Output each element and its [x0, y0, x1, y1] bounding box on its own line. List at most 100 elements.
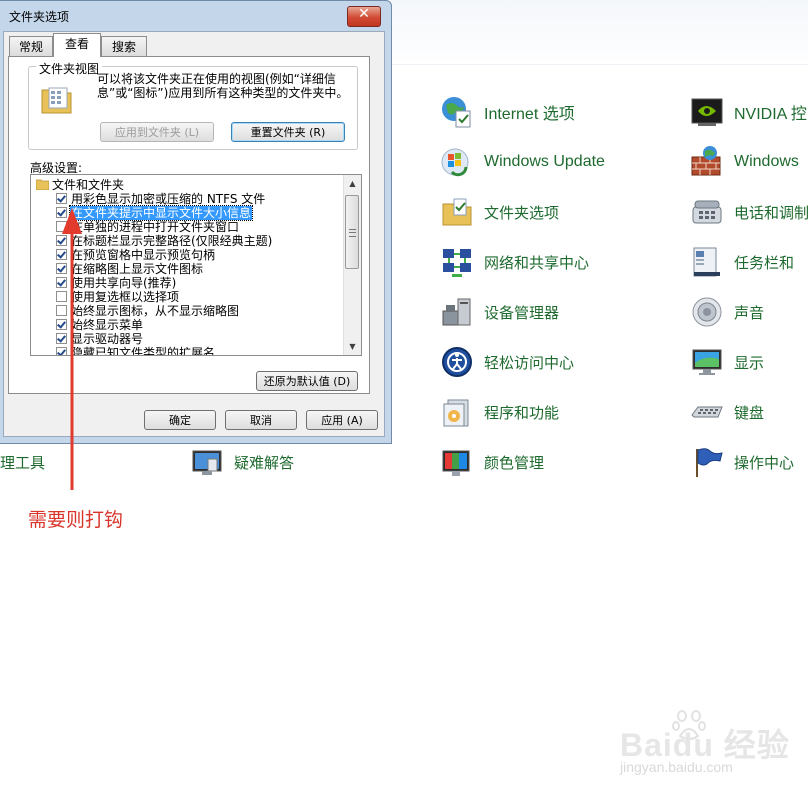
cp-item-folder-options[interactable]: 文件夹选项 — [440, 195, 559, 229]
list-item-label: 在预览窗格中显示预览句柄 — [71, 248, 216, 262]
tab-search[interactable]: 搜索 — [101, 36, 147, 56]
list-item-label: 用彩色显示加密或压缩的 NTFS 文件 — [71, 192, 266, 206]
scroll-up-icon[interactable]: ▲ — [344, 175, 361, 192]
tab-view[interactable]: 查看 — [53, 33, 101, 57]
checkbox[interactable] — [56, 291, 67, 302]
cp-item-label: 设备管理器 — [484, 303, 560, 322]
annotation-text: 需要则打钩 — [28, 509, 124, 531]
list-item-label: 在文件夹提示中显示文件大小信息 — [68, 205, 254, 221]
cp-item-phone-modem[interactable]: 电话和调制 — [690, 195, 808, 229]
list-item-label: 隐藏已知文件类型的扩展名 — [71, 346, 216, 356]
cp-item-label: 轻松访问中心 — [484, 353, 575, 372]
cp-item-taskbar[interactable]: 任务栏和 — [690, 245, 794, 279]
dialog-titlebar[interactable]: 文件夹选项 ✕ — [0, 1, 391, 31]
action-center-icon — [690, 445, 724, 479]
nvidia-icon — [690, 95, 724, 129]
list-item-label: 在标题栏显示完整路径(仅限经典主题) — [71, 234, 273, 248]
advanced-settings-list[interactable]: 文件和文件夹 用彩色显示加密或压缩的 NTFS 文件 在文件夹提示中显示文件大小… — [30, 174, 362, 356]
cp-item-color-management[interactable]: 颜色管理 — [440, 445, 544, 479]
checkbox[interactable] — [56, 263, 67, 274]
cp-item-windows-firewall[interactable]: Windows — [690, 145, 799, 179]
windows-update-icon — [440, 145, 474, 179]
cp-item-internet-options[interactable]: Internet 选项 — [440, 95, 575, 129]
restore-defaults-button[interactable]: 还原为默认值 (D) — [256, 371, 358, 391]
cp-item-troubleshooting[interactable]: 疑难解答 — [190, 445, 294, 479]
control-panel-header-band — [390, 0, 808, 65]
folder-view-icon — [40, 84, 74, 114]
list-item-label: 在缩略图上显示文件图标 — [71, 262, 204, 276]
cp-item-label: 显示 — [734, 353, 765, 372]
checkbox[interactable] — [56, 305, 67, 316]
list-item-label: 在单独的进程中打开文件夹窗口 — [71, 220, 240, 234]
cp-item-label: 理工具 — [0, 453, 46, 472]
windows-firewall-icon — [690, 145, 724, 179]
scroll-thumb[interactable] — [345, 195, 359, 269]
folder-options-icon — [440, 195, 474, 229]
scroll-down-icon[interactable]: ▼ — [344, 338, 361, 355]
list-item-label: 使用共享向导(推荐) — [71, 276, 177, 290]
cp-item-network-center[interactable]: 网络和共享中心 — [440, 245, 589, 279]
taskbar-icon — [690, 245, 724, 279]
list-item-label: 显示驱动器号 — [71, 332, 144, 346]
cp-item-admin-tools[interactable]: 理工具 — [0, 445, 45, 479]
watermark-sub: jingyan.baidu.com — [620, 759, 733, 775]
cp-item-action-center[interactable]: 操作中心 — [690, 445, 794, 479]
cp-item-label: Internet 选项 — [484, 106, 575, 123]
network-center-icon — [440, 245, 474, 279]
checkbox[interactable] — [56, 319, 67, 330]
cp-item-label: NVIDIA 控 — [734, 106, 807, 123]
checkbox[interactable] — [56, 249, 67, 260]
checkbox[interactable] — [56, 347, 67, 355]
checkbox[interactable] — [56, 333, 67, 344]
grip-icon — [349, 229, 356, 237]
checkbox[interactable] — [56, 235, 67, 246]
ease-of-access-icon — [440, 345, 474, 379]
internet-options-icon — [440, 95, 474, 129]
ok-button[interactable]: 确定 — [144, 410, 216, 430]
cp-item-keyboard[interactable]: 键盘 — [690, 395, 764, 429]
folder-views-title: 文件夹视图 — [36, 60, 103, 77]
apply-to-folders-button[interactable]: 应用到文件夹 (L) — [100, 122, 214, 142]
cancel-button[interactable]: 取消 — [225, 410, 297, 430]
dialog-title: 文件夹选项 — [9, 10, 70, 24]
close-button[interactable]: ✕ — [347, 6, 381, 27]
cp-item-label: 声音 — [734, 303, 765, 322]
cp-item-windows-update[interactable]: Windows Update — [440, 145, 605, 179]
list-scrollbar[interactable]: ▲ ▼ — [343, 175, 361, 355]
cp-item-label: 程序和功能 — [484, 403, 560, 422]
folder-views-description: 可以将该文件夹正在使用的视图(例如“详细信息”或“图标”)应用到所有这种类型的文… — [97, 72, 349, 100]
close-icon: ✕ — [358, 6, 370, 22]
cp-item-label: Windows — [734, 153, 799, 170]
keyboard-icon — [690, 395, 724, 429]
reset-folders-button[interactable]: 重置文件夹 (R) — [231, 122, 345, 142]
cp-item-label: 任务栏和 — [734, 253, 795, 272]
checkbox[interactable] — [56, 277, 67, 288]
apply-button[interactable]: 应用 (A) — [306, 410, 378, 430]
cp-item-ease-of-access[interactable]: 轻松访问中心 — [440, 345, 574, 379]
sound-icon — [690, 295, 724, 329]
cp-item-label: 颜色管理 — [484, 453, 545, 472]
device-manager-icon — [440, 295, 474, 329]
cp-item-label: 疑难解答 — [234, 453, 295, 472]
display-icon — [690, 345, 724, 379]
cp-item-label: Windows Update — [484, 153, 605, 170]
checkbox[interactable] — [56, 221, 67, 232]
programs-features-icon — [440, 395, 474, 429]
cp-item-label: 文件夹选项 — [484, 203, 560, 222]
cp-item-programs-features[interactable]: 程序和功能 — [440, 395, 559, 429]
cp-item-label: 网络和共享中心 — [484, 253, 590, 272]
color-management-icon — [440, 445, 474, 479]
cp-item-label: 键盘 — [734, 403, 765, 422]
cp-item-label: 操作中心 — [734, 453, 795, 472]
checkbox[interactable] — [56, 193, 67, 204]
folder-icon — [35, 179, 50, 191]
cp-item-device-manager[interactable]: 设备管理器 — [440, 295, 559, 329]
tab-general[interactable]: 常规 — [9, 36, 53, 56]
list-item-label: 使用复选框以选择项 — [71, 290, 180, 304]
cp-item-nvidia[interactable]: NVIDIA 控 — [690, 95, 807, 129]
list-item-label: 始终显示菜单 — [71, 318, 144, 332]
cp-item-label: 电话和调制 — [734, 203, 808, 222]
cp-item-display[interactable]: 显示 — [690, 345, 764, 379]
checkbox[interactable] — [56, 207, 67, 218]
cp-item-sound[interactable]: 声音 — [690, 295, 764, 329]
